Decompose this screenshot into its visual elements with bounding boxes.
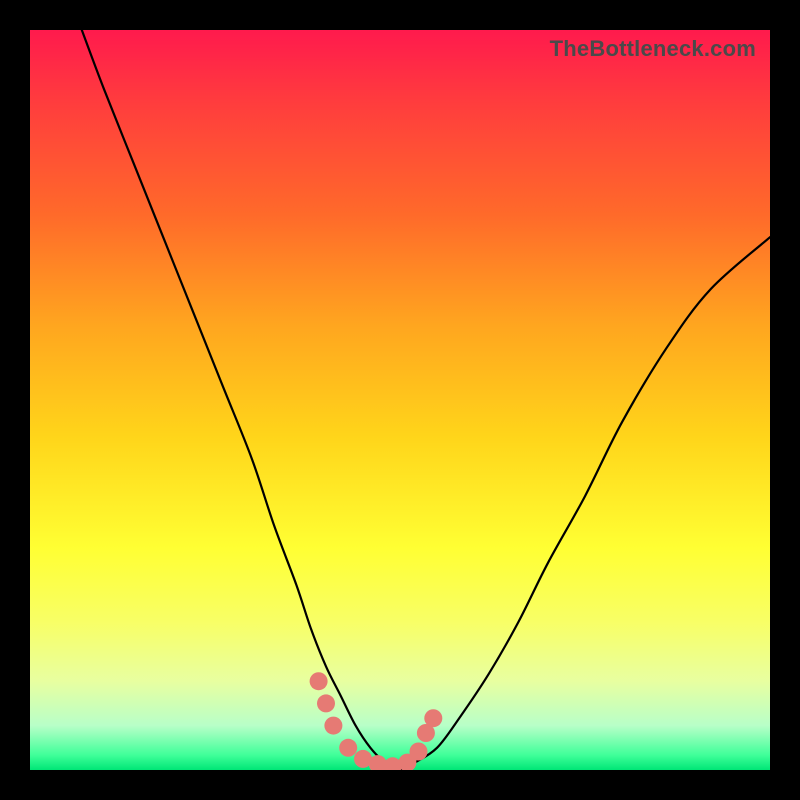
highlight-dot [317, 694, 335, 712]
highlight-dot [410, 743, 428, 761]
chart-svg [30, 30, 770, 770]
highlight-dot [324, 717, 342, 735]
bottleneck-curve [82, 30, 770, 770]
plot-area: TheBottleneck.com [30, 30, 770, 770]
chart-frame: TheBottleneck.com [0, 0, 800, 800]
highlight-dots [310, 672, 443, 770]
highlight-dot [424, 709, 442, 727]
highlight-dot [310, 672, 328, 690]
highlight-dot [339, 739, 357, 757]
